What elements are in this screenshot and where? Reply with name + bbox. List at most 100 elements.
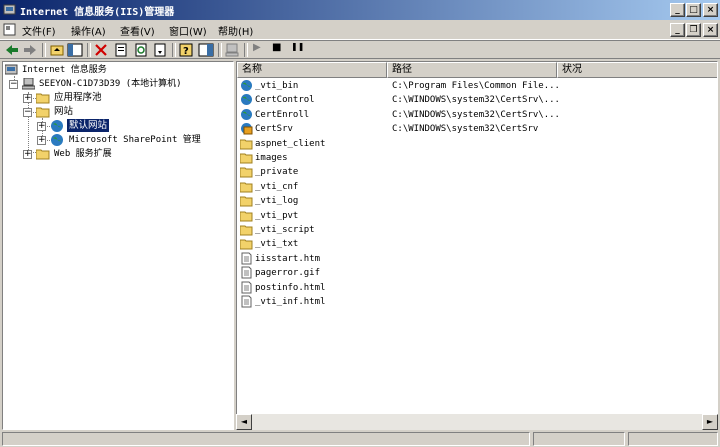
expand-icon[interactable]: +	[23, 150, 32, 159]
list-row[interactable]: postinfo.html	[237, 281, 717, 295]
stop-icon[interactable]: ■	[272, 42, 288, 58]
menu-bar: 文件(F) 操作(A) 查看(V) 窗口(W) 帮助(H) _ ❐ ×	[0, 20, 720, 40]
list-item-path: C:\WINDOWS\system32\CertSrv\...	[392, 109, 560, 120]
list-item-name: images	[255, 153, 288, 163]
globe-icon	[51, 120, 63, 132]
maximize-button[interactable]: □	[686, 3, 701, 17]
collapse-icon[interactable]: −	[9, 80, 18, 89]
file-icon	[240, 281, 253, 294]
list-row[interactable]: images	[237, 151, 717, 165]
list-item-path: C:\WINDOWS\system32\CertSrv	[392, 124, 539, 135]
menu-file[interactable]: 文件(F)	[22, 23, 56, 38]
column-header-name[interactable]: 名称	[237, 62, 387, 78]
expand-icon[interactable]: +	[37, 122, 46, 131]
status-bar	[0, 431, 720, 447]
list-row[interactable]: _vti_txt	[237, 237, 717, 251]
list-pane[interactable]: 名称 路径 状况 _vti_bin C:\Program Files\Common…	[236, 61, 718, 430]
list-row[interactable]: _vti_bin C:\Program Files\Common File...	[237, 79, 717, 93]
status-cell-3	[628, 432, 718, 446]
mmc-icon[interactable]	[3, 23, 16, 36]
list-row[interactable]: CertSrv C:\WINDOWS\system32\CertSrv	[237, 122, 717, 136]
globe-icon	[51, 134, 63, 146]
toolbar: ? ▶ ■ ❚❚	[0, 40, 720, 59]
list-row[interactable]: _vti_pvt	[237, 209, 717, 223]
up-icon[interactable]	[49, 42, 65, 58]
status-cell-main	[2, 432, 530, 446]
menu-window[interactable]: 窗口(W)	[169, 23, 207, 38]
menu-action[interactable]: 操作(A)	[71, 23, 106, 38]
scroll-right-button[interactable]: ►	[702, 414, 718, 430]
list-row[interactable]: _vti_log	[237, 194, 717, 208]
tree-item-label: 网站	[54, 106, 74, 117]
refresh-icon[interactable]	[133, 42, 149, 58]
list-row[interactable]: pagerror.gif	[237, 266, 717, 280]
folder-icon	[239, 137, 253, 150]
folder-icon	[239, 237, 253, 250]
file-icon	[240, 295, 253, 308]
close-button[interactable]: ×	[703, 3, 718, 17]
list-row[interactable]: _vti_cnf	[237, 180, 717, 194]
list-item-path: C:\Program Files\Common File...	[392, 81, 560, 91]
list-item-path: C:\WINDOWS\system32\CertSrv\...	[392, 95, 560, 106]
child-close-button[interactable]: ×	[703, 23, 718, 37]
tree-item-label: Web 服务扩展	[54, 149, 112, 159]
child-minimize-button[interactable]: _	[670, 23, 685, 37]
list-item-name: CertEnroll	[255, 109, 310, 120]
tree-computer-label: SEEYON-C1D73D39 (本地计算机)	[39, 79, 182, 89]
package-icon	[240, 122, 253, 135]
column-header-path[interactable]: 路径	[387, 62, 557, 78]
folder-icon	[239, 223, 253, 236]
folder-icon	[239, 151, 253, 164]
expand-icon[interactable]: +	[37, 136, 46, 145]
list-row[interactable]: iisstart.htm	[237, 252, 717, 266]
tree-item-label: 应用程序池	[54, 92, 102, 103]
list-row[interactable]: CertControl C:\WINDOWS\system32\CertSrv\.…	[237, 93, 717, 107]
forward-icon[interactable]	[22, 42, 38, 58]
list-item-name: _vti_script	[255, 225, 315, 235]
tree-item-label: Microsoft SharePoint 管理	[69, 135, 201, 145]
scroll-left-button[interactable]: ◄	[236, 414, 252, 430]
iis-root-icon	[5, 64, 18, 75]
column-header-status[interactable]: 状况	[557, 62, 717, 78]
list-item-name: CertControl	[255, 95, 315, 106]
back-icon[interactable]	[4, 42, 20, 58]
folder-icon	[239, 209, 253, 222]
play-icon[interactable]: ▶	[253, 42, 269, 58]
menu-view[interactable]: 查看(V)	[120, 23, 155, 38]
list-row[interactable]: _vti_script	[237, 223, 717, 237]
list-row[interactable]: _private	[237, 165, 717, 179]
title-bar[interactable]: Internet 信息服务(IIS)管理器 _ □ ×	[0, 0, 720, 20]
list-item-name: iisstart.htm	[255, 253, 321, 264]
list-item-name: aspnet_client	[255, 138, 326, 149]
tree-pane[interactable]: Internet 信息服务 − SEEYON-C1D73D39 (本地计算机) …	[2, 61, 234, 430]
tree-root-label: Internet 信息服务	[22, 65, 107, 75]
folder-open-icon	[36, 107, 50, 118]
list-row[interactable]: CertEnroll C:\WINDOWS\system32\CertSrv\..…	[237, 108, 717, 122]
list-row[interactable]: aspnet_client	[237, 137, 717, 151]
properties-icon[interactable]	[113, 42, 129, 58]
list-item-name: _vti_log	[255, 196, 299, 207]
export-list-icon[interactable]	[152, 42, 168, 58]
collapse-icon[interactable]: −	[23, 108, 32, 117]
globe-icon	[240, 93, 253, 106]
show-tree-icon[interactable]	[67, 42, 83, 58]
child-restore-button[interactable]: ❐	[686, 23, 701, 37]
list-row[interactable]: _vti_inf.html	[237, 295, 717, 309]
file-icon	[240, 252, 253, 265]
menu-help[interactable]: 帮助(H)	[218, 23, 253, 38]
status-cell-2	[533, 432, 625, 446]
list-item-name: _private	[255, 167, 299, 178]
horizontal-scrollbar[interactable]: ◄ ►	[236, 414, 718, 430]
iis-icon	[3, 4, 16, 15]
pause-icon[interactable]: ❚❚	[291, 42, 307, 58]
delete-icon[interactable]	[93, 42, 109, 58]
list-item-name: _vti_bin	[255, 81, 299, 91]
tree-item-label-selected: 默认网站	[67, 119, 110, 132]
minimize-button[interactable]: _	[670, 3, 685, 17]
globe-icon	[240, 108, 253, 121]
expand-icon[interactable]: +	[23, 94, 32, 103]
svg-text:?: ?	[183, 46, 189, 57]
computer-icon[interactable]	[224, 42, 240, 58]
show-hide-icon[interactable]	[198, 42, 214, 58]
help-icon[interactable]: ?	[178, 42, 194, 58]
